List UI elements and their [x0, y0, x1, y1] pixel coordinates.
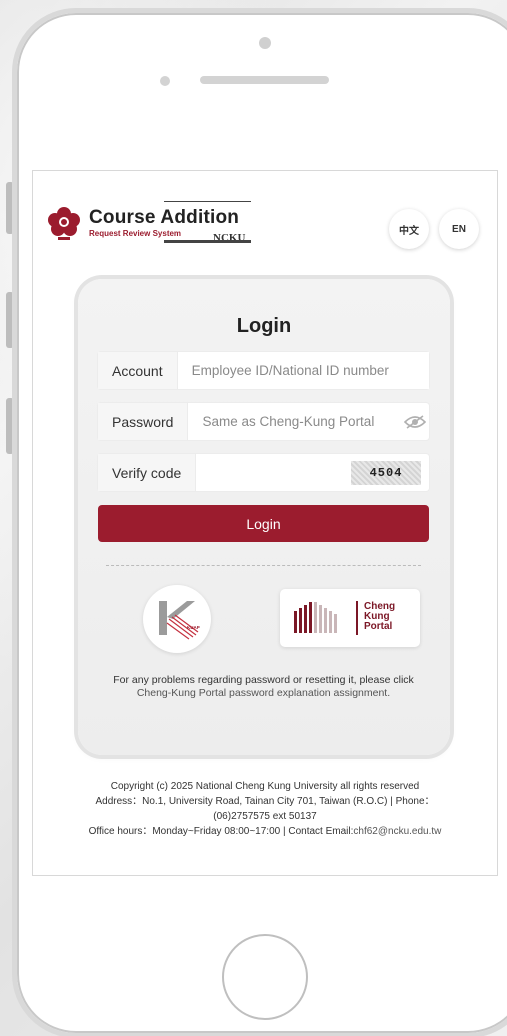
password-field: Password	[98, 403, 429, 440]
portal-line: Portal	[364, 621, 393, 632]
account-label: Account	[98, 352, 178, 389]
login-button[interactable]: Login	[98, 505, 429, 542]
password-input[interactable]	[188, 403, 401, 440]
captcha-image[interactable]: 4504	[351, 460, 421, 485]
header: Course Addition Request Review System NC…	[33, 171, 497, 271]
portal-logo-icon	[294, 602, 337, 633]
brand-rule	[164, 201, 251, 202]
footer-copyright: Copyright (c) 2025 National Cheng Kung U…	[110, 781, 420, 792]
camera-dot	[259, 37, 271, 49]
sensor-dot	[160, 76, 170, 86]
kuap-label: KUAP	[187, 625, 200, 630]
account-input[interactable]	[177, 352, 429, 389]
kuap-link[interactable]: KUAP	[143, 585, 211, 653]
help-message: For any problems regarding password or r…	[113, 674, 414, 686]
help-text: For any problems regarding password or r…	[98, 674, 429, 700]
password-label: Password	[98, 403, 189, 440]
account-field: Account	[98, 352, 429, 389]
kuap-logo-icon: KUAP	[159, 601, 200, 640]
portal-label: Cheng Kung Portal	[364, 602, 395, 632]
divider	[106, 565, 421, 566]
home-button[interactable]	[222, 934, 308, 1020]
eye-icon[interactable]	[401, 403, 429, 440]
brand-rule	[164, 240, 251, 243]
lang-en-button[interactable]: EN	[439, 209, 479, 249]
ncku-logo-icon	[48, 207, 80, 240]
password-help-link[interactable]: Cheng-Kung Portal password explanation a…	[137, 687, 390, 699]
speaker-grille	[200, 76, 329, 84]
footer-hours: Office hours：Monday~Friday 08:00~17:00 |…	[33, 824, 497, 839]
footer-hours-text: Office hours：Monday~Friday 08:00~17:00 |…	[88, 826, 354, 837]
brand: Course Addition Request Review System NC…	[89, 207, 245, 244]
portal-divider	[356, 601, 358, 635]
lang-zh-button[interactable]: 中文	[389, 209, 429, 249]
verify-label: Verify code	[98, 454, 197, 491]
brand-title: Course Addition	[89, 207, 240, 228]
login-title: Login	[236, 315, 292, 337]
login-card: Login Account Password Verify code 4504 …	[78, 279, 450, 755]
footer: Copyright (c) 2025 National Cheng Kung U…	[33, 779, 497, 839]
verify-input[interactable]	[196, 454, 351, 491]
contact-email-link[interactable]: chf62@ncku.edu.tw	[353, 826, 441, 837]
footer-address: Address：No.1, University Road, Tainan Ci…	[95, 796, 435, 822]
app-screen: Course Addition Request Review System NC…	[32, 170, 498, 876]
portal-link[interactable]: Cheng Kung Portal	[280, 589, 420, 647]
verify-field: Verify code 4504	[98, 454, 429, 491]
